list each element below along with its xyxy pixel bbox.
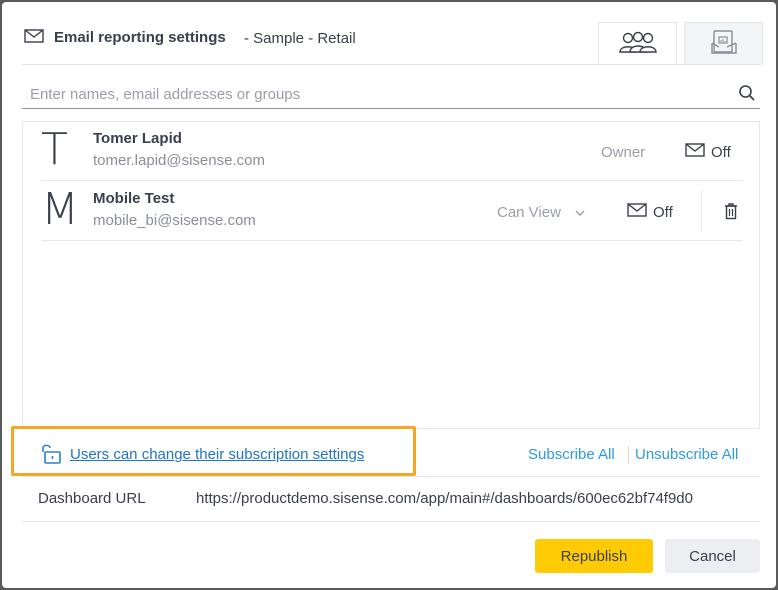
email-reporting-dialog: Email reporting settings - Sample - Reta… — [2, 2, 776, 588]
email-toggle[interactable]: Off — [685, 142, 731, 162]
dialog-subtitle: - Sample - Retail — [244, 30, 356, 47]
email-toggle[interactable]: Off — [627, 202, 673, 222]
dashboard-url-row: Dashboard URL https://productdemo.sisens… — [22, 476, 760, 522]
header-divider — [22, 64, 760, 65]
link-separator — [628, 446, 629, 464]
user-name: Tomer Lapid — [93, 130, 182, 147]
trash-icon[interactable] — [724, 202, 738, 225]
row-divider — [701, 190, 702, 232]
dashboard-url-value[interactable]: https://productdemo.sisense.com/app/main… — [196, 490, 742, 507]
search-bar — [22, 80, 760, 109]
user-email: tomer.lapid@sisense.com — [93, 152, 265, 169]
role-dropdown[interactable]: Can View — [497, 204, 585, 221]
envelope-icon — [627, 202, 647, 222]
list-item: T Tomer Lapid tomer.lapid@sisense.com Ow… — [41, 122, 743, 181]
user-role: Owner — [601, 144, 646, 161]
list-item: M Mobile Test mobile_bi@sisense.com Can … — [41, 182, 743, 241]
dialog-title: Email reporting settings — [54, 29, 226, 46]
envelope-icon — [685, 142, 705, 162]
unlock-icon — [39, 443, 63, 470]
role-value: Can View — [497, 204, 561, 221]
recipient-list: T Tomer Lapid tomer.lapid@sisense.com Ow… — [22, 121, 760, 429]
tab-users[interactable] — [598, 22, 677, 65]
email-status: Off — [653, 203, 673, 221]
email-status: Off — [711, 143, 731, 161]
republish-button[interactable]: Republish — [535, 539, 653, 573]
avatar: M — [41, 184, 79, 235]
search-icon[interactable] — [738, 84, 756, 107]
search-input[interactable] — [28, 82, 722, 106]
dashboard-url-label: Dashboard URL — [38, 490, 146, 507]
chevron-down-icon — [575, 204, 585, 221]
dialog-header: Email reporting settings - Sample - Reta… — [2, 2, 776, 67]
subscription-settings-link[interactable]: Users can change their subscription sett… — [70, 446, 364, 463]
user-name: Mobile Test — [93, 190, 175, 207]
envelope-icon — [24, 28, 44, 49]
report-document-icon — [710, 29, 737, 60]
subscribe-all-link[interactable]: Subscribe All — [528, 446, 615, 463]
avatar: T — [41, 124, 68, 175]
cancel-button[interactable]: Cancel — [665, 539, 760, 573]
users-group-icon — [617, 30, 659, 59]
user-email: mobile_bi@sisense.com — [93, 212, 256, 229]
unsubscribe-all-link[interactable]: Unsubscribe All — [635, 446, 738, 463]
tab-report[interactable] — [684, 22, 763, 65]
